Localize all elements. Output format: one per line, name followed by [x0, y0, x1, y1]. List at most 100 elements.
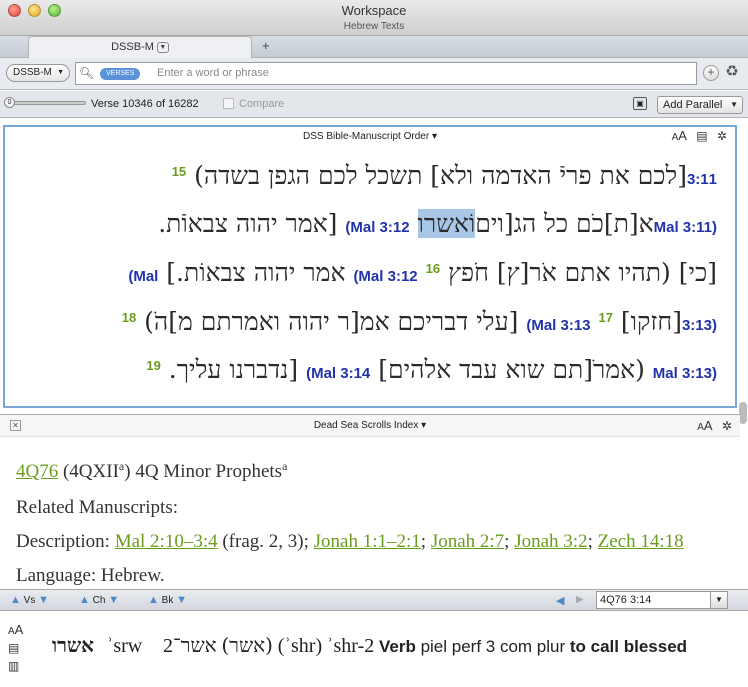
desc-link[interactable]: Jonah 1:1–2:1 [314, 531, 421, 552]
font-size-icon[interactable]: AA [672, 128, 687, 143]
resource-dropdown[interactable]: DSSB-M ▼ [6, 64, 70, 82]
verse-line: [אמר יהוה צבאוֿת. (Mal 3:12 וֹאשרוא[ת]כֹ… [158, 209, 717, 239]
verse-ref[interactable]: (Mal 3:13 [526, 317, 590, 334]
hebrew-text: א[ת]כֹם כל הג[וים [475, 209, 654, 238]
book-nav[interactable]: ▲ Bk ▼ [148, 594, 187, 606]
reference-input[interactable]: 4Q76 3:14 ▼ [596, 591, 728, 609]
verse-ref[interactable]: 3:13) [682, 317, 717, 334]
window-subtitle: Hebrew Texts [343, 21, 405, 32]
verse-ref[interactable]: Mal 3:11) [654, 219, 717, 236]
recycle-icon[interactable]: ♻ [724, 64, 740, 81]
verse-ref[interactable]: 3:11 [687, 171, 717, 188]
down-arrow-icon[interactable]: ▼ [176, 594, 187, 606]
verse-ref[interactable]: (Mal 3:14 [306, 365, 370, 382]
compare-label: Compare [239, 98, 285, 110]
up-arrow-icon[interactable]: ▲ [148, 594, 159, 606]
up-arrow-icon[interactable]: ▲ [79, 594, 90, 606]
manuscript-heading: 4Q76 (4QXIIa) 4Q Minor Prophetsa [16, 459, 287, 483]
bottom-nav-bar: ▲ Vs ▼ ▲ Ch ▼ ▲ Bk ▼ ◀ ▶ 4Q76 3:14 ▼ [0, 589, 748, 611]
verse-position: Verse 10346 of 16282 [91, 98, 199, 110]
font-size-icon[interactable]: AA [8, 622, 32, 637]
superscript: a [282, 459, 288, 473]
lemma[interactable]: אשר־ [173, 633, 217, 657]
language-text: Language: Hebrew. [16, 565, 165, 586]
chapter-nav[interactable]: ▲ Ch ▼ [79, 594, 119, 606]
search-toolbar: DSSB-M ▼ 🔍︎ VERSES Enter a word or phrase… [0, 58, 748, 90]
document-icon[interactable]: ▤ [8, 641, 32, 655]
scrollbar[interactable] [739, 402, 747, 424]
verse-ref[interactable]: (Mal 3:12 [345, 219, 409, 236]
chevron-down-icon: ▼ [57, 69, 64, 76]
document-icon[interactable]: ▤ [696, 129, 707, 143]
desc-link[interactable]: Zech 14:18 [598, 531, 684, 552]
scope-pill[interactable]: VERSES [100, 68, 141, 80]
selected-word[interactable]: וֹאשרו [417, 209, 476, 238]
hebrew-text: (אמרֹ[תם שוא עבד אלהים] [378, 355, 645, 384]
verse-number: 19 [146, 358, 161, 373]
panel-header[interactable]: DSS Bible-Manuscript Order ▾ [5, 127, 735, 147]
gear-icon[interactable]: ✲ [722, 419, 732, 433]
close-icon[interactable]: ✕ [10, 420, 21, 431]
hebrew-text: [חזקו] [620, 307, 682, 336]
desc-frag: (frag. 2, 3); [222, 531, 309, 552]
tab-dssb-m[interactable]: DSSB-M ▼ [28, 36, 252, 59]
search-input[interactable]: Enter a word or phrase [157, 67, 269, 79]
paren: ) [124, 461, 131, 482]
verse-ref[interactable]: Mal 3:13) [653, 365, 717, 382]
part-of-speech: Verb [378, 637, 416, 656]
search-icon[interactable]: 🔍︎ [79, 66, 94, 80]
ch-label: Ch [92, 595, 106, 606]
info-tools: AA ▤ ▥ [8, 622, 32, 673]
verse-number: 18 [121, 310, 137, 325]
new-tab-icon[interactable]: + [262, 38, 270, 53]
verse-slider[interactable]: 0 [4, 97, 86, 108]
picture-icon[interactable]: ▣ [633, 97, 647, 110]
checkbox-icon[interactable] [223, 98, 234, 109]
search-box[interactable]: 🔍︎ VERSES Enter a word or phrase [75, 62, 697, 85]
lock-icon[interactable]: ▥ [8, 659, 32, 673]
desc-link[interactable]: Jonah 3:2 [514, 531, 587, 552]
chevron-down-icon[interactable]: ▼ [710, 591, 728, 609]
bible-text-panel: DSS Bible-Manuscript Order ▾ AA ▤ ✲ 15 [… [3, 125, 737, 408]
compare-checkbox[interactable]: Compare [223, 98, 284, 110]
desc-link[interactable]: Mal 2:10–3:4 [115, 531, 218, 552]
down-arrow-icon[interactable]: ▼ [108, 594, 119, 606]
back-arrow-icon[interactable]: ◀ [556, 594, 564, 607]
reference-value: 4Q76 3:14 [600, 594, 652, 606]
description-label: Description: [16, 531, 110, 552]
verse-line: 19 [נדברנו עליך. (Mal 3:14 (אמרֹ[תם שוא … [146, 355, 717, 385]
tab-menu-icon[interactable]: ▼ [156, 41, 169, 53]
parsing: piel perf 3 com plur [420, 637, 566, 656]
desc-link[interactable]: Jonah 2:7 [431, 531, 504, 552]
panel-header[interactable]: ✕ Dead Sea Scrolls Index ▾ AA ✲ [0, 415, 740, 437]
dss-index-panel: ✕ Dead Sea Scrolls Index ▾ AA ✲ 4Q76 (4Q… [0, 414, 740, 589]
translit-paren: (ʾshr) [277, 635, 323, 657]
hebrew-text: [כי] (תהיו אתם אֹר[ץ] חֹפץ [448, 258, 717, 287]
verse-number: 17 [598, 310, 613, 325]
manuscript-siglum: (4QXII [62, 461, 119, 482]
chevron-down-icon: ▼ [730, 100, 738, 109]
verse-line: 15 [לכם את פריֿ האדמה ולא] תשכל לכם הגפן… [172, 161, 717, 191]
add-search-icon[interactable]: + [703, 65, 719, 81]
resource-dropdown-label: DSSB-M [13, 67, 52, 78]
verse-nav[interactable]: ▲ Vs ▼ [10, 594, 49, 606]
down-arrow-icon[interactable]: ▼ [38, 594, 49, 606]
title-bar: Workspace Hebrew Texts [0, 0, 748, 36]
verse-ref[interactable]: (Mal 3:12 [353, 268, 417, 285]
info-translit: ʾsrw [106, 635, 143, 657]
slider-handle[interactable]: 0 [4, 97, 15, 108]
verse-number: 15 [171, 164, 187, 179]
verse-line: 18 [עלי דבריכם אמ[ר יהוה ואמרתם מ]הֹ) (M… [122, 307, 717, 337]
up-arrow-icon[interactable]: ▲ [10, 594, 21, 606]
panel-title: DSS Bible-Manuscript Order [303, 131, 430, 142]
font-size-icon[interactable]: AA [697, 418, 712, 433]
add-parallel-button[interactable]: Add Parallel ▼ [657, 96, 743, 114]
forward-arrow-icon[interactable]: ▶ [576, 594, 584, 605]
hebrew-text: [לכם את פריֿ האדמה ולא] תשכל לכם הגפן בש… [194, 161, 687, 190]
gear-icon[interactable]: ✲ [717, 129, 727, 143]
verse-ref[interactable]: (Mal [128, 268, 158, 285]
manuscript-link[interactable]: 4Q76 [16, 461, 58, 482]
translit-lemma: ʾshr-2 [326, 635, 375, 657]
related-label: Related Manuscripts: [16, 497, 178, 518]
info-word: אשרו [52, 633, 94, 657]
